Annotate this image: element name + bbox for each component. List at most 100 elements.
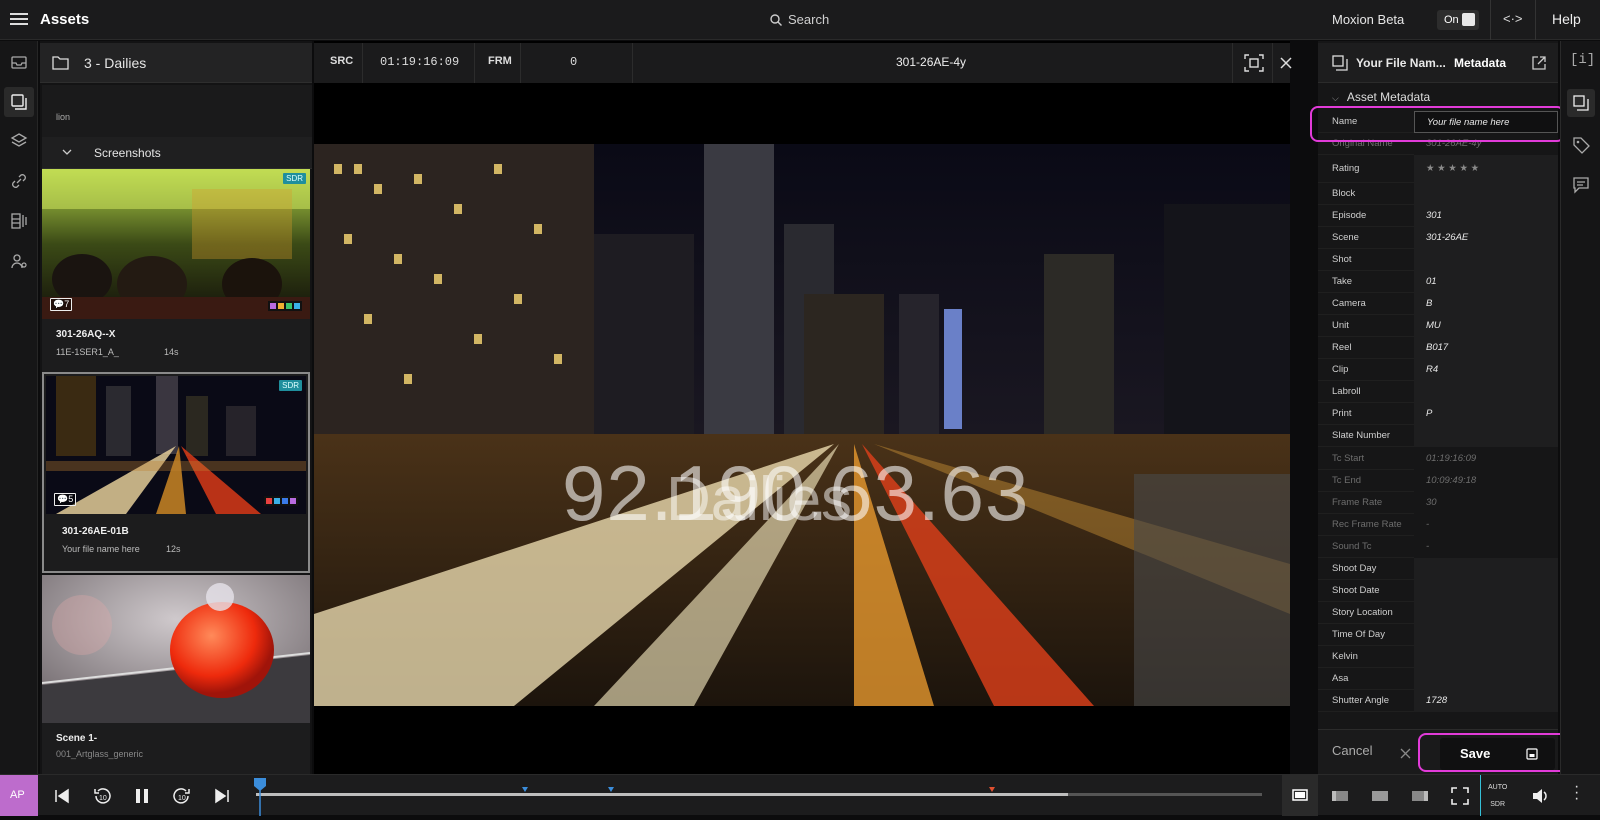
close-icon[interactable] [1400, 748, 1411, 759]
folder-header[interactable]: 3 - Dailies [40, 43, 312, 83]
tag-icon[interactable] [1571, 135, 1591, 155]
metadata-row-tc-end: Tc End 10:09:49:18 [1318, 470, 1558, 492]
metadata-key: Story Location [1332, 607, 1393, 618]
metadata-value[interactable]: 1728 [1414, 690, 1558, 712]
fit-frame-icon[interactable] [1244, 54, 1264, 72]
asset-subtitle: 11E-1SER1_A_ [56, 347, 119, 357]
divider [1272, 43, 1273, 83]
metadata-panel-icon[interactable] [1567, 89, 1595, 117]
volume-icon[interactable] [1530, 786, 1550, 806]
metadata-value[interactable] [1414, 602, 1558, 624]
comment-marker[interactable] [608, 787, 614, 792]
layout-left-icon[interactable] [1330, 786, 1350, 806]
metadata-row-rec-frame-rate: Rec Frame Rate - [1318, 514, 1558, 536]
timeline-scrubber[interactable] [256, 787, 1262, 796]
timecode[interactable]: 01:19:16:09 [380, 55, 459, 69]
external-link-icon[interactable] [1532, 56, 1546, 70]
divider [362, 43, 363, 83]
layers-icon[interactable] [9, 131, 29, 151]
metadata-key: Camera [1332, 298, 1366, 309]
color-tags [268, 301, 302, 311]
metadata-value[interactable] [1414, 558, 1558, 580]
comment-count-badge: 💬7 [50, 298, 73, 311]
video-frame[interactable]: 92.190.63.63 Dailies [314, 144, 1290, 706]
metadata-value[interactable] [1414, 646, 1558, 668]
link-icon[interactable] [9, 171, 29, 191]
fullscreen-icon[interactable] [1450, 786, 1470, 806]
skip-back-icon[interactable] [52, 786, 72, 806]
metadata-value[interactable] [1414, 668, 1558, 690]
metadata-value[interactable]: 301-26AE [1414, 227, 1558, 249]
metadata-value[interactable] [1414, 425, 1558, 447]
more-options-icon[interactable]: · · · [1574, 779, 1579, 807]
metadata-value[interactable]: B017 [1414, 337, 1558, 359]
color-mode-toggle[interactable]: AUTO SDR [1488, 779, 1507, 813]
close-icon[interactable] [1280, 57, 1292, 69]
metadata-key: Rec Frame Rate [1332, 519, 1402, 530]
asset-duration: 14s [164, 347, 179, 357]
asset-card-selected[interactable]: SDR 💬5 301-26AE-01B Your file name here … [42, 372, 310, 573]
comment-marker[interactable] [522, 787, 528, 792]
metadata-value[interactable]: P [1414, 403, 1558, 425]
beta-toggle[interactable]: On [1437, 10, 1479, 30]
asset-card[interactable]: Scene 1- 001_Artglass_generic [42, 575, 310, 774]
metadata-value[interactable] [1414, 183, 1558, 205]
layout-single-button[interactable] [1282, 775, 1318, 816]
metadata-row-asa: Asa [1318, 668, 1558, 690]
sdr-badge: SDR [283, 173, 306, 184]
frame-counter[interactable]: 0 [570, 55, 577, 69]
metadata-value[interactable] [1414, 624, 1558, 646]
metadata-row-sound-tc: Sound Tc - [1318, 536, 1558, 558]
asset-thumbnail[interactable] [42, 575, 310, 723]
metadata-value[interactable]: B [1414, 293, 1558, 315]
group-header-screenshots[interactable]: Screenshots [42, 137, 312, 169]
inbox-icon[interactable] [9, 52, 29, 72]
skip-forward-icon[interactable] [212, 786, 232, 806]
metadata-value[interactable]: 301 [1414, 205, 1558, 227]
user-avatar[interactable]: AP [0, 775, 38, 816]
comments-icon[interactable] [1571, 175, 1591, 195]
layout-wide-icon[interactable] [1370, 786, 1390, 806]
top-bar: Assets Search Moxion Beta On <·> Help [0, 0, 1600, 40]
layout-right-icon[interactable] [1410, 786, 1430, 806]
comment-marker[interactable] [989, 787, 995, 792]
metadata-value[interactable] [1414, 580, 1558, 602]
viewer-panel: SRC 01:19:16:09 FRM 0 301-26AE-4y 92.190… [314, 41, 1292, 774]
hamburger-menu-icon[interactable] [10, 10, 28, 28]
asset-name: 301-26AQ--X [56, 329, 116, 340]
tab-metadata[interactable]: Metadata [1454, 56, 1506, 70]
metadata-value[interactable] [1414, 381, 1558, 403]
metadata-row-clip: Clip R4 [1318, 359, 1558, 381]
metadata-row-block: Block [1318, 183, 1558, 205]
asset-thumbnail[interactable]: SDR 💬5 [46, 376, 306, 514]
cancel-button[interactable]: Cancel [1332, 743, 1372, 758]
forward-10-icon[interactable]: 10 [172, 786, 192, 806]
assets-icon[interactable] [4, 87, 34, 117]
metadata-row-shot: Shot [1318, 249, 1558, 271]
user-settings-icon[interactable] [9, 251, 29, 271]
asset-metadata-section[interactable]: ⌵ Asset Metadata [1332, 90, 1430, 104]
asset-card[interactable]: SDR 💬7 301-26AQ--X 11E-1SER1_A_ 14s [42, 169, 310, 372]
search-button[interactable]: Search [770, 12, 829, 27]
pause-icon[interactable] [132, 786, 152, 806]
filter-area[interactable]: lion [42, 85, 312, 137]
info-icon[interactable]: [i] [1570, 52, 1595, 68]
asset-thumbnail[interactable]: SDR 💬7 [42, 169, 310, 319]
metadata-value[interactable]: MU [1414, 315, 1558, 337]
group-label: Screenshots [94, 146, 161, 160]
embed-code-icon[interactable]: <·> [1503, 11, 1523, 26]
help-link[interactable]: Help [1552, 11, 1581, 27]
metadata-value[interactable]: R4 [1414, 359, 1558, 381]
chevron-down-icon [62, 149, 72, 155]
metadata-value[interactable]: 01 [1414, 271, 1558, 293]
divider [632, 43, 633, 83]
metadata-value[interactable] [1414, 249, 1558, 271]
save-button[interactable]: Save [1440, 738, 1555, 770]
rating-stars[interactable]: ★ ★ ★ ★ ★ [1414, 155, 1558, 183]
metadata-value[interactable]: Your file name here [1414, 111, 1558, 133]
metadata-key: Slate Number [1332, 430, 1391, 441]
metadata-key: Tc Start [1332, 453, 1365, 464]
storyboard-icon[interactable] [9, 211, 29, 231]
playhead[interactable] [254, 778, 266, 816]
rewind-10-icon[interactable]: 10 [92, 786, 112, 806]
